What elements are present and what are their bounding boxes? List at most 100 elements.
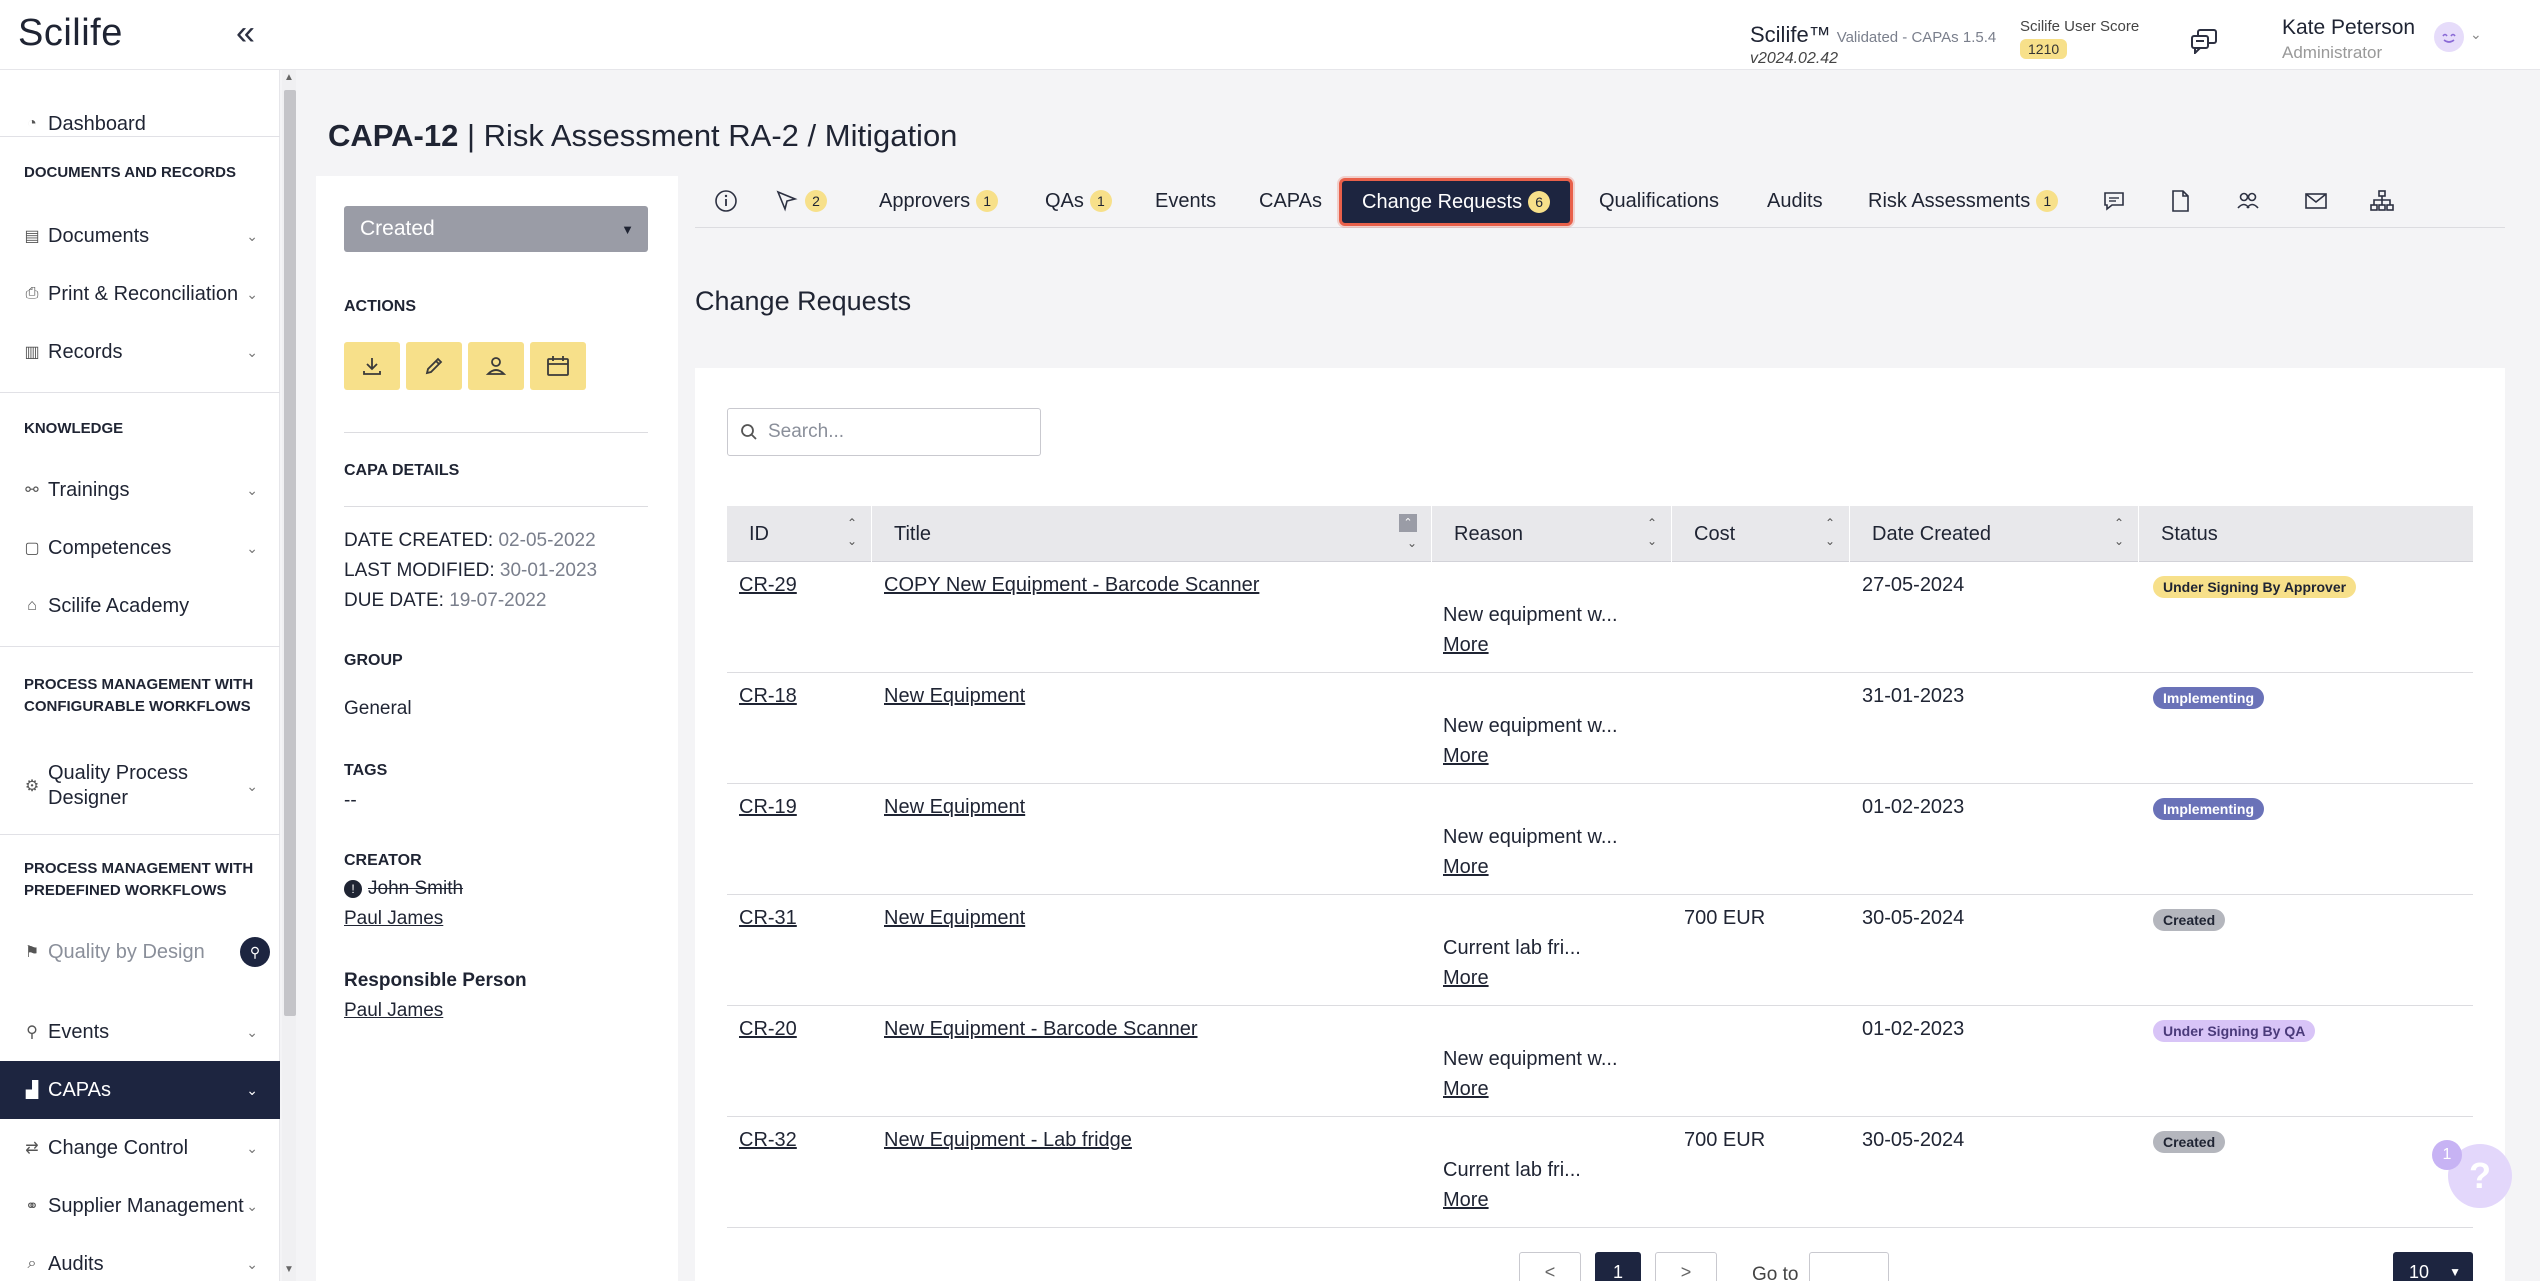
sidebar-item-change-control[interactable]: ⇄ Change Control ⌄: [0, 1120, 280, 1176]
tab-events[interactable]: Events: [1155, 176, 1216, 226]
user-menu[interactable]: Kate Peterson Administrator: [2282, 16, 2415, 63]
sidebar-item-dashboard[interactable]: ◔ Dashboard: [0, 96, 280, 152]
row-title-link[interactable]: New Equipment - Barcode Scanner: [884, 1018, 1198, 1041]
row-id-link[interactable]: CR-18: [739, 685, 797, 708]
section-configurable-workflows: PROCESS MANAGEMENT WITH CONFIGURABLE WOR…: [24, 676, 254, 715]
user-icon: [485, 357, 507, 375]
creator-label: CREATOR: [344, 852, 422, 869]
chart-icon: ▟: [25, 1082, 39, 1099]
column-header-title[interactable]: Title ⌃ ⌄: [872, 506, 1432, 562]
page-size-select[interactable]: 10 ▼: [2393, 1252, 2473, 1281]
mail-icon[interactable]: [2303, 188, 2329, 214]
sidebar-item-print-reconciliation[interactable]: ⎙ Print & Reconciliation ⌄: [0, 266, 280, 322]
scroll-down-icon[interactable]: ▼: [284, 1264, 294, 1275]
row-title-link[interactable]: New Equipment - Lab fridge: [884, 1129, 1132, 1152]
sidebar-item-documents[interactable]: ▤ Documents ⌄: [0, 208, 280, 264]
tab-risk-assessments[interactable]: Risk Assessments 1: [1868, 176, 2059, 226]
tab-change-requests[interactable]: Change Requests 6: [1339, 178, 1574, 226]
column-header-date-created[interactable]: Date Created ⌃ ⌄: [1850, 506, 2139, 562]
edit-button[interactable]: [406, 342, 462, 390]
tab-qas[interactable]: QAs 1: [1045, 176, 1112, 226]
column-header-status: Status: [2139, 506, 2473, 562]
info-icon[interactable]: [713, 188, 739, 214]
row-id-link[interactable]: CR-20: [739, 1018, 797, 1041]
avatar[interactable]: [2434, 22, 2464, 52]
page-title-name: Risk Assessment RA-2 / Mitigation: [483, 118, 958, 153]
row-more-link[interactable]: More: [1443, 1189, 1489, 1212]
graduation-cap-icon: ⌂: [27, 597, 37, 614]
sort-icon[interactable]: ⌃ ⌄: [2114, 514, 2124, 550]
row-more-link[interactable]: More: [1443, 1078, 1489, 1101]
row-title-link[interactable]: New Equipment: [884, 907, 1025, 930]
row-title-link[interactable]: COPY New Equipment - Barcode Scanner: [884, 574, 1259, 597]
creator-link[interactable]: Paul James: [344, 908, 443, 930]
sidebar-item-label: Scilife Academy: [48, 594, 190, 617]
assign-user-button[interactable]: [468, 342, 524, 390]
tab-approvers[interactable]: Approvers 1: [879, 176, 999, 226]
pencil-icon: [425, 357, 443, 375]
responsible-person-label: Responsible Person: [344, 970, 527, 991]
sort-icon[interactable]: ⌃ ⌄: [847, 514, 857, 550]
chevron-down-icon[interactable]: ⌄: [2470, 26, 2482, 43]
row-more-link[interactable]: More: [1443, 745, 1489, 768]
scroll-up-icon[interactable]: ▲: [284, 72, 294, 83]
sidebar-item-academy[interactable]: ⌂ Scilife Academy: [0, 578, 280, 634]
sidebar-item-audits[interactable]: ⌕ Audits ⌄: [0, 1236, 280, 1281]
tab-signers[interactable]: 2: [775, 176, 827, 226]
calendar-button[interactable]: [530, 342, 586, 390]
pagination-next-button[interactable]: >: [1655, 1252, 1717, 1281]
search-box[interactable]: [727, 408, 1041, 456]
chat-icon[interactable]: [2190, 28, 2218, 54]
tab-audits[interactable]: Audits: [1767, 176, 1823, 226]
tab-count: 1: [2036, 190, 2059, 212]
section-title: Change Requests: [695, 286, 912, 316]
row-title-link[interactable]: New Equipment: [884, 796, 1025, 819]
collapse-sidebar-icon[interactable]: «: [236, 14, 255, 53]
sort-icon[interactable]: ⌃ ⌄: [1825, 514, 1835, 550]
row-more-link[interactable]: More: [1443, 634, 1489, 657]
status-badge: Created: [2153, 909, 2226, 931]
goto-page-input[interactable]: [1809, 1252, 1889, 1281]
responsible-person-link[interactable]: Paul James: [344, 1000, 443, 1022]
due-date: DUE DATE: 19-07-2022: [344, 590, 546, 612]
comments-icon[interactable]: [2101, 188, 2127, 214]
row-id-link[interactable]: CR-32: [739, 1129, 797, 1152]
pagination-page-1[interactable]: 1: [1595, 1252, 1641, 1281]
status-dropdown[interactable]: Created ▼: [344, 206, 648, 252]
sidebar-item-quality-by-design[interactable]: ⚑ Quality by Design ⚲: [0, 924, 280, 980]
status-badge: Under Signing By QA: [2153, 1020, 2316, 1042]
column-header-reason[interactable]: Reason ⌃ ⌄: [1432, 506, 1672, 562]
file-icon[interactable]: [2167, 188, 2193, 214]
hierarchy-icon[interactable]: [2369, 188, 2395, 214]
sidebar-item-events[interactable]: ⚲ Events ⌄: [0, 1004, 280, 1060]
user-role: Administrator: [2282, 43, 2383, 62]
sidebar-item-trainings[interactable]: ⚯ Trainings ⌄: [0, 462, 280, 518]
app-logo[interactable]: Scilife: [18, 12, 123, 55]
status-dropdown-value: Created: [360, 217, 435, 240]
download-button[interactable]: [344, 342, 400, 390]
sort-ascending-icon[interactable]: ⌃: [1399, 514, 1417, 532]
sort-icon[interactable]: ⌃ ⌄: [1647, 514, 1657, 550]
audit-icon: ⌕: [27, 1255, 37, 1272]
users-icon[interactable]: [2235, 188, 2261, 214]
row-title-link[interactable]: New Equipment: [884, 685, 1025, 708]
row-id-link[interactable]: CR-31: [739, 907, 797, 930]
column-header-id[interactable]: ID ⌃ ⌄: [727, 506, 872, 562]
sidebar-item-records[interactable]: ▥ Records ⌄: [0, 324, 280, 380]
row-id-link[interactable]: CR-19: [739, 796, 797, 819]
row-more-link[interactable]: More: [1443, 967, 1489, 990]
sidebar-scrollbar-thumb[interactable]: [284, 90, 296, 1016]
row-id-link[interactable]: CR-29: [739, 574, 797, 597]
search-input[interactable]: [768, 421, 1018, 443]
sidebar-item-supplier-management[interactable]: ⚭ Supplier Management ⌄: [0, 1178, 280, 1234]
sidebar-item-competences[interactable]: ▢ Competences ⌄: [0, 520, 280, 576]
row-more-link[interactable]: More: [1443, 856, 1489, 879]
column-header-cost[interactable]: Cost ⌃ ⌄: [1672, 506, 1850, 562]
sidebar-item-quality-process-designer[interactable]: ⚙ Quality Process Designer ⌄: [0, 750, 280, 822]
pagination-prev-button[interactable]: <: [1519, 1252, 1581, 1281]
tab-capas[interactable]: CAPAs: [1259, 176, 1322, 226]
sidebar-item-capas[interactable]: ▟ CAPAs ⌄: [0, 1061, 280, 1119]
section-predefined-workflows: PROCESS MANAGEMENT WITH PREDEFINED WORKF…: [24, 860, 254, 899]
sort-descending-icon[interactable]: ⌄: [1407, 536, 1417, 550]
tab-qualifications[interactable]: Qualifications: [1599, 176, 1719, 226]
